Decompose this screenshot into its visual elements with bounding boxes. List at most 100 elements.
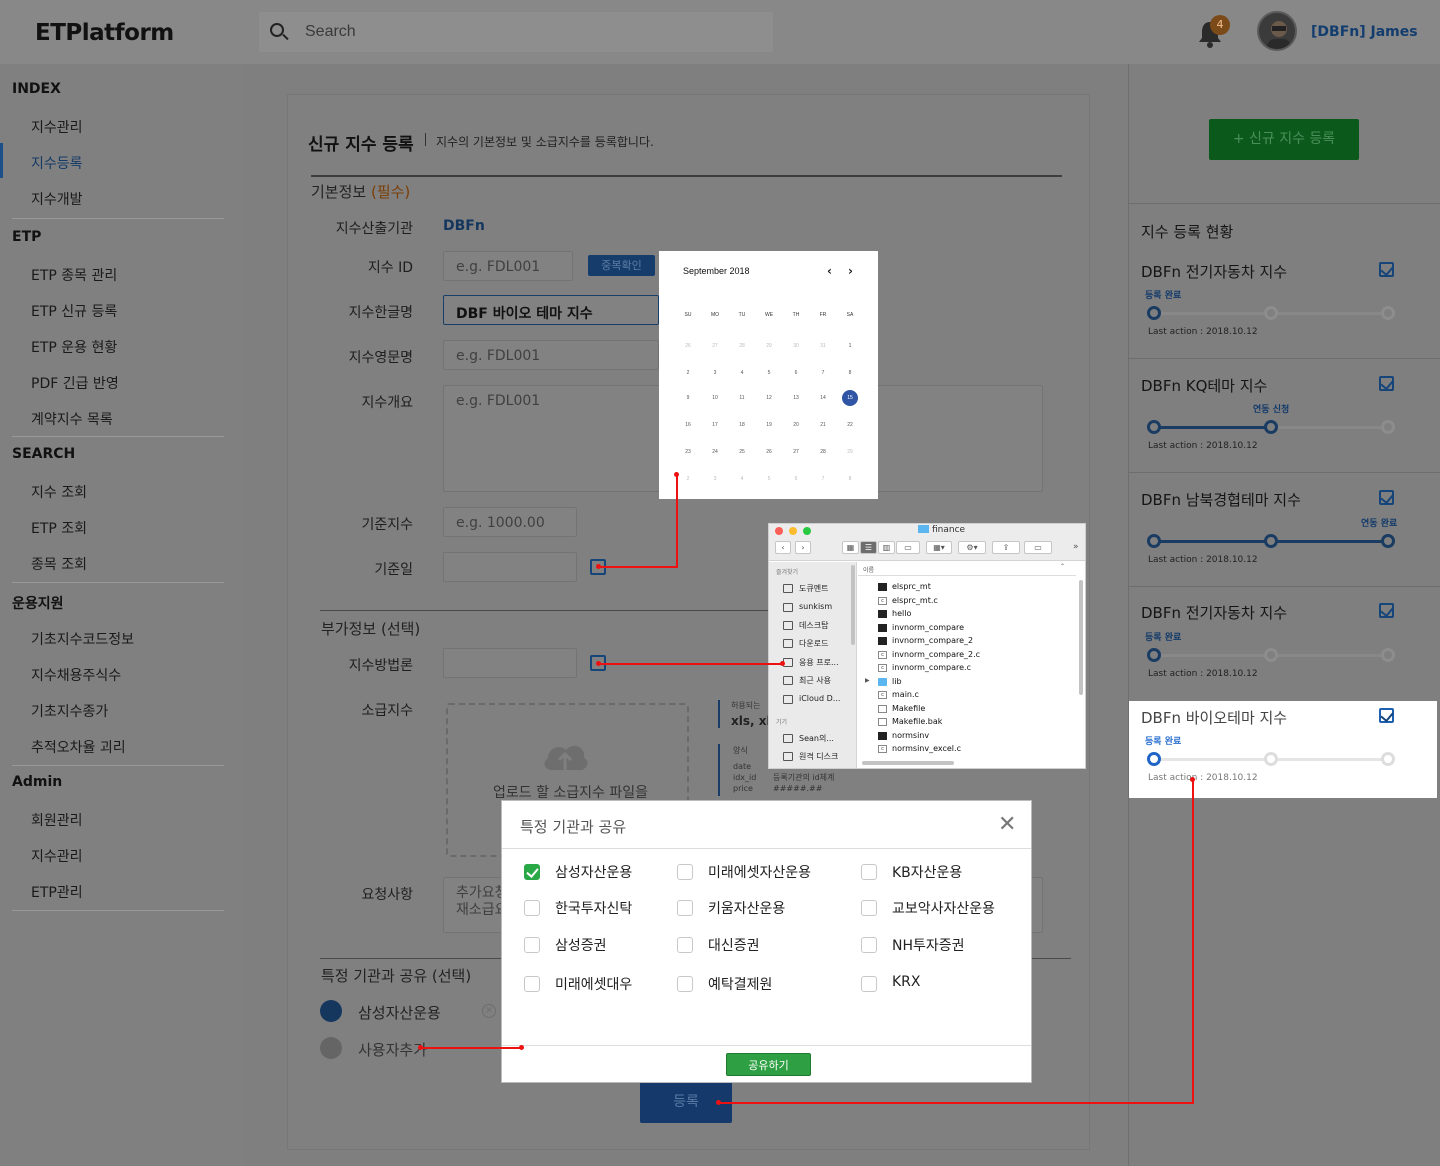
org-checkbox-label[interactable]: 키움자산운용 xyxy=(708,898,785,918)
sidebar-item-pdf[interactable]: PDF 긴급 반영 xyxy=(31,373,119,393)
calendar-day[interactable]: 1 xyxy=(842,338,858,354)
calendar-day[interactable]: 15 xyxy=(842,390,858,406)
calendar-day[interactable]: 2 xyxy=(680,365,696,381)
add-user-icon[interactable] xyxy=(320,1037,342,1059)
calendar-day[interactable]: 5 xyxy=(761,365,777,381)
org-checkbox-label[interactable]: 삼성증권 xyxy=(555,935,607,955)
calendar-day[interactable]: 22 xyxy=(842,417,858,433)
calendar-day[interactable]: 26 xyxy=(680,338,696,354)
org-checkbox[interactable] xyxy=(861,900,877,916)
calendar-day[interactable]: 14 xyxy=(815,390,831,406)
sidebar-item-admin-etp[interactable]: ETP관리 xyxy=(31,882,83,902)
remove-org-icon[interactable]: ✕ xyxy=(482,1004,496,1018)
file-row[interactable]: lib xyxy=(892,677,902,686)
file-row[interactable]: normsinv xyxy=(892,731,929,740)
calendar-day[interactable]: 29 xyxy=(842,444,858,460)
sidebar-item-shares[interactable]: 지수채용주식수 xyxy=(31,665,121,685)
calendar-day[interactable]: 16 xyxy=(680,417,696,433)
file-row[interactable]: invnorm_compare xyxy=(892,623,964,632)
org-checkbox[interactable] xyxy=(524,976,540,992)
calendar-day[interactable]: 11 xyxy=(734,390,750,406)
method-input[interactable] xyxy=(443,648,577,678)
close-window-button[interactable] xyxy=(775,527,783,535)
calendar-day[interactable]: 27 xyxy=(707,338,723,354)
sidebar-item-base-code[interactable]: 기초지수코드정보 xyxy=(31,629,134,649)
calendar-day[interactable]: 19 xyxy=(761,417,777,433)
org-checkbox[interactable] xyxy=(677,937,693,953)
sidebar-item-index-register[interactable]: 지수등록 xyxy=(31,153,83,173)
org-checkbox[interactable] xyxy=(524,937,540,953)
sidebar-location[interactable]: 응용 프로... xyxy=(799,657,839,668)
calendar-day[interactable]: 18 xyxy=(734,417,750,433)
column-header-name[interactable]: 이름 ⌃ xyxy=(858,562,1076,576)
calendar-day[interactable]: 8 xyxy=(842,365,858,381)
base-date-input[interactable] xyxy=(443,552,577,582)
file-row[interactable]: invnorm_compare.c xyxy=(892,663,971,672)
org-checkbox[interactable] xyxy=(861,937,877,953)
calendar-day[interactable]: 3 xyxy=(707,471,723,487)
status-card-name[interactable]: DBFn 바이오테마 지수 xyxy=(1141,707,1287,728)
back-button[interactable]: ‹ xyxy=(775,541,791,554)
sidebar-item-stock-search[interactable]: 종목 조회 xyxy=(31,554,87,574)
calendar-day[interactable]: 13 xyxy=(788,390,804,406)
sidebar-item-etp-status[interactable]: ETP 운용 현황 xyxy=(31,337,117,357)
calendar-day[interactable]: 12 xyxy=(761,390,777,406)
file-row[interactable]: Makefile.bak xyxy=(892,717,942,726)
icon-view-button[interactable]: ▦ xyxy=(842,541,859,554)
sidebar-item-index-search[interactable]: 지수 조회 xyxy=(31,482,87,502)
sidebar-location[interactable]: 다운로드 xyxy=(799,638,828,649)
app-logo[interactable]: ETPlatform xyxy=(35,20,174,46)
file-row[interactable]: main.c xyxy=(892,690,919,699)
sidebar-location[interactable]: 데스크탑 xyxy=(799,620,828,631)
close-icon[interactable]: ✕ xyxy=(998,812,1016,837)
calendar-day[interactable]: 4 xyxy=(734,471,750,487)
calendar-day[interactable]: 27 xyxy=(788,444,804,460)
add-user-button[interactable]: 사용자추가 xyxy=(358,1039,427,1060)
sidebar-item-tracking-error[interactable]: 추적오차율 괴리 xyxy=(31,737,126,757)
calendar-day[interactable]: 7 xyxy=(815,471,831,487)
calendar-day[interactable]: 31 xyxy=(815,338,831,354)
gallery-view-button[interactable]: ▭ xyxy=(896,541,920,554)
org-checkbox[interactable] xyxy=(524,900,540,916)
new-index-button[interactable]: + 신규 지수 등록 xyxy=(1209,119,1359,160)
search-input[interactable] xyxy=(305,20,705,44)
file-list-scrollbar[interactable] xyxy=(1079,580,1083,695)
minimize-window-button[interactable] xyxy=(789,527,797,535)
file-row[interactable]: invnorm_compare_2.c xyxy=(892,650,980,659)
dup-check-button[interactable]: 중복확인 xyxy=(588,255,655,276)
share-button[interactable]: 공유하기 xyxy=(726,1053,811,1076)
org-checkbox[interactable] xyxy=(861,976,877,992)
calendar-day[interactable]: 20 xyxy=(788,417,804,433)
sidebar-scrollbar[interactable] xyxy=(851,565,855,645)
org-checkbox-label[interactable]: KB자산운용 xyxy=(892,862,962,882)
org-checkbox[interactable] xyxy=(861,864,877,880)
calendar-day[interactable]: 8 xyxy=(842,471,858,487)
calendar-day[interactable]: 28 xyxy=(734,338,750,354)
sidebar-location[interactable]: 도큐멘트 xyxy=(799,583,828,594)
sidebar-item-etp-search[interactable]: ETP 조회 xyxy=(31,518,87,538)
calendar-day[interactable]: 5 xyxy=(761,471,777,487)
sidebar-device[interactable]: 원격 디스크 xyxy=(799,751,838,762)
sidebar-item-etp-manage[interactable]: ETP 종목 관리 xyxy=(31,265,117,285)
calendar-day[interactable]: 29 xyxy=(761,338,777,354)
sidebar-item-contract[interactable]: 계약지수 목록 xyxy=(31,409,113,429)
avatar[interactable] xyxy=(1257,11,1297,51)
user-name[interactable]: [DBFn] James xyxy=(1311,24,1418,40)
sidebar-device[interactable]: Sean의... xyxy=(799,733,834,744)
sidebar-item-admin-index[interactable]: 지수관리 xyxy=(31,846,83,866)
eng-name-input[interactable]: e.g. FDL001 xyxy=(443,340,659,370)
sidebar-item-index-develop[interactable]: 지수개발 xyxy=(31,189,83,209)
calendar-day[interactable]: 24 xyxy=(707,444,723,460)
kor-name-input[interactable]: DBF 바이오 테마 지수 xyxy=(443,295,659,325)
status-card-name[interactable]: DBFn 남북경협테마 지수 xyxy=(1141,489,1301,510)
share-icon[interactable]: ⇪ xyxy=(992,541,1020,554)
file-row[interactable]: invnorm_compare_2 xyxy=(892,636,973,645)
status-card-name[interactable]: DBFn 전기자동차 지수 xyxy=(1141,261,1287,282)
calendar-day[interactable]: 17 xyxy=(707,417,723,433)
calendar-day[interactable]: 21 xyxy=(815,417,831,433)
sidebar-location[interactable]: 최근 사용 xyxy=(799,675,831,686)
forward-button[interactable]: › xyxy=(795,541,811,554)
calendar-day[interactable]: 6 xyxy=(788,471,804,487)
status-card-name[interactable]: DBFn 전기자동차 지수 xyxy=(1141,602,1287,623)
file-row[interactable]: elsprc_mt xyxy=(892,582,931,591)
